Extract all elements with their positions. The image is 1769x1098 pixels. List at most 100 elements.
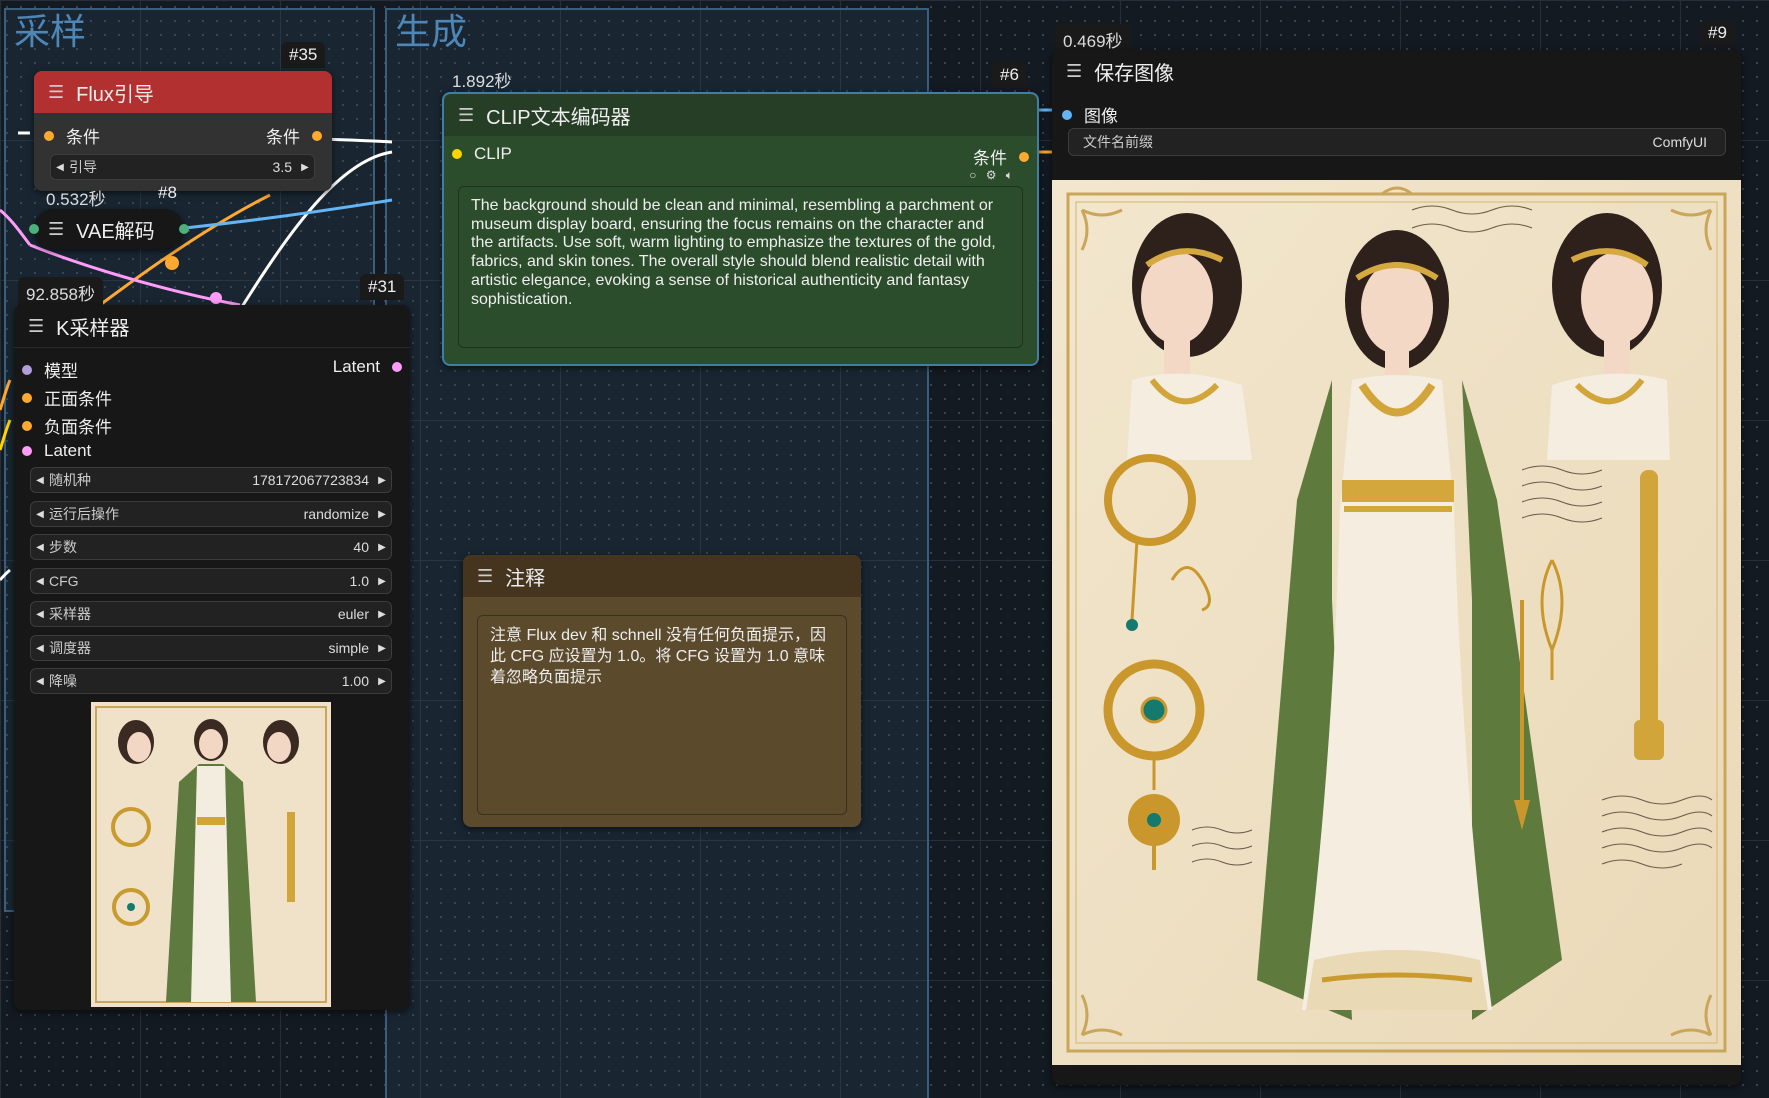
node-id-badge: #31 xyxy=(360,274,405,300)
output-slot-dot[interactable] xyxy=(179,224,189,234)
widget-label: 随机种 xyxy=(49,472,91,488)
sampler-widget[interactable]: ◀ 采样器 euler ▶ xyxy=(30,601,392,627)
node-title: K采样器 xyxy=(56,317,130,340)
slot-label: Latent xyxy=(332,357,380,376)
settings-icon[interactable]: ⚙ xyxy=(986,168,997,182)
widget-value: 1.00 xyxy=(341,673,369,689)
menu-icon[interactable]: ☰ xyxy=(28,316,44,337)
arrow-right-icon[interactable]: ▶ xyxy=(296,162,314,173)
arrow-left-icon[interactable]: ◀ xyxy=(31,576,49,587)
speaker-icon[interactable]: 🔈︎ xyxy=(1006,168,1013,182)
arrow-right-icon[interactable]: ▶ xyxy=(373,509,391,520)
input-slot-latent[interactable]: Latent xyxy=(22,441,91,461)
widget-label: 降噪 xyxy=(49,673,77,689)
node-time-badge: 1.892秒 xyxy=(452,72,512,91)
menu-icon[interactable]: ☰ xyxy=(48,219,64,240)
save-image-node[interactable]: ☰ 保存图像 图像 文件名前缀 ComfyUI xyxy=(1052,50,1741,1085)
node-header[interactable]: ☰ VAE解码 xyxy=(34,209,184,249)
node-header[interactable]: ☰ 保存图像 xyxy=(1052,50,1741,92)
arrow-right-icon[interactable]: ▶ xyxy=(373,609,391,620)
output-slot-conditioning[interactable]: 条件 xyxy=(973,144,1029,169)
scheduler-widget[interactable]: ◀ 调度器 simple ▶ xyxy=(30,635,392,661)
slot-dot xyxy=(22,446,32,456)
widget-label: 文件名前缀 xyxy=(1083,134,1153,150)
node-title: VAE解码 xyxy=(76,220,155,243)
arrow-right-icon[interactable]: ▶ xyxy=(373,676,391,687)
node-header[interactable]: ☰ 注释 xyxy=(463,555,861,597)
arrow-left-icon[interactable]: ◀ xyxy=(31,475,49,486)
widget-label: 步数 xyxy=(49,539,77,555)
seed-widget[interactable]: ◀ 随机种 178172067723834 ▶ xyxy=(30,467,392,493)
control-after-generate-widget[interactable]: ◀ 运行后操作 randomize ▶ xyxy=(30,501,392,527)
widget-value: ComfyUI xyxy=(1652,134,1707,150)
arrow-right-icon[interactable]: ▶ xyxy=(373,475,391,486)
preview-image xyxy=(91,702,331,1007)
menu-icon[interactable]: ☰ xyxy=(48,82,64,103)
output-slot-latent[interactable]: Latent xyxy=(333,357,402,377)
input-slot-dot[interactable] xyxy=(29,224,39,234)
cfg-widget[interactable]: ◀ CFG 1.0 ▶ xyxy=(30,568,392,594)
menu-icon[interactable]: ☰ xyxy=(458,105,474,126)
prompt-textarea[interactable]: The background should be clean and minim… xyxy=(458,186,1023,348)
slot-label: Latent xyxy=(44,441,92,460)
widget-label: 调度器 xyxy=(49,640,91,656)
node-title: 保存图像 xyxy=(1094,62,1175,85)
node-header[interactable]: ☰ CLIP文本编码器 xyxy=(444,94,1037,136)
slot-dot xyxy=(452,149,462,159)
output-image xyxy=(1052,180,1741,1065)
input-slot-model[interactable]: 模型 xyxy=(22,357,78,382)
slot-label: 条件 xyxy=(66,128,100,147)
node-id-badge: #6 xyxy=(992,62,1027,88)
menu-icon[interactable]: ☰ xyxy=(1066,61,1082,82)
note-node[interactable]: ☰ 注释 注意 Flux dev 和 schnell 没有任何负面提示，因此 C… xyxy=(463,555,861,827)
widget-value: euler xyxy=(337,606,369,622)
widget-value: simple xyxy=(328,640,369,656)
arrow-left-icon[interactable]: ◀ xyxy=(31,509,49,520)
node-header[interactable]: ☰ Flux引导 xyxy=(34,71,332,113)
filename-prefix-widget[interactable]: 文件名前缀 ComfyUI xyxy=(1068,128,1726,156)
group-title-sampling: 采样 xyxy=(14,11,87,52)
ksampler-node[interactable]: ☰ K采样器 模型 正面条件 负面条件 Latent Latent ◀ 随机种 … xyxy=(14,305,410,1010)
slot-dot xyxy=(1062,109,1072,120)
flux-guidance-node[interactable]: ☰ Flux引导 条件 条件 ◀ 引导 3.5 ▶ xyxy=(34,71,332,191)
slot-dot xyxy=(44,130,54,141)
node-title: CLIP文本编码器 xyxy=(486,106,631,129)
input-slot-positive[interactable]: 正面条件 xyxy=(22,385,112,410)
arrow-right-icon[interactable]: ▶ xyxy=(373,576,391,587)
clip-text-encode-node[interactable]: ☰ CLIP文本编码器 CLIP 条件 ○ ⚙ 🔈︎ The backgroun… xyxy=(442,92,1039,366)
arrow-left-icon[interactable]: ◀ xyxy=(31,542,49,553)
slot-label: 正面条件 xyxy=(44,390,112,409)
output-slot-conditioning[interactable]: 条件 xyxy=(266,123,322,148)
arrow-right-icon[interactable]: ▶ xyxy=(373,542,391,553)
arrow-left-icon[interactable]: ◀ xyxy=(31,676,49,687)
vae-decode-node[interactable]: ☰ VAE解码 xyxy=(29,209,189,249)
menu-icon[interactable]: ☰ xyxy=(477,566,493,587)
arrow-left-icon[interactable]: ◀ xyxy=(51,162,69,173)
slot-dot xyxy=(1019,151,1029,162)
circle-icon[interactable]: ○ xyxy=(969,168,976,182)
arrow-left-icon[interactable]: ◀ xyxy=(31,643,49,654)
widget-value: 3.5 xyxy=(272,159,292,175)
group-title-generate: 生成 xyxy=(395,11,468,52)
widget-toolbar: ○ ⚙ 🔈︎ xyxy=(969,168,1013,183)
arrow-right-icon[interactable]: ▶ xyxy=(373,643,391,654)
slot-dot xyxy=(22,420,32,431)
guidance-widget[interactable]: ◀ 引导 3.5 ▶ xyxy=(50,154,315,180)
denoise-widget[interactable]: ◀ 降噪 1.00 ▶ xyxy=(30,668,392,694)
steps-widget[interactable]: ◀ 步数 40 ▶ xyxy=(30,534,392,560)
slot-label: 图像 xyxy=(1084,107,1118,126)
widget-value: randomize xyxy=(303,506,369,522)
node-time-badge: 92.858秒 xyxy=(18,277,103,308)
widget-label: 引导 xyxy=(69,159,97,175)
input-slot-image[interactable]: 图像 xyxy=(1062,102,1118,127)
input-slot-negative[interactable]: 负面条件 xyxy=(22,413,112,438)
arrow-left-icon[interactable]: ◀ xyxy=(31,609,49,620)
slot-dot xyxy=(22,364,32,375)
node-header[interactable]: ☰ K采样器 xyxy=(14,305,410,348)
node-id-badge: #35 xyxy=(281,42,326,68)
slot-dot xyxy=(312,130,322,141)
slot-dot xyxy=(22,392,32,403)
input-slot-clip[interactable]: CLIP xyxy=(452,144,512,164)
note-textarea[interactable]: 注意 Flux dev 和 schnell 没有任何负面提示，因此 CFG 应设… xyxy=(477,615,847,815)
input-slot-conditioning[interactable]: 条件 xyxy=(44,123,100,148)
